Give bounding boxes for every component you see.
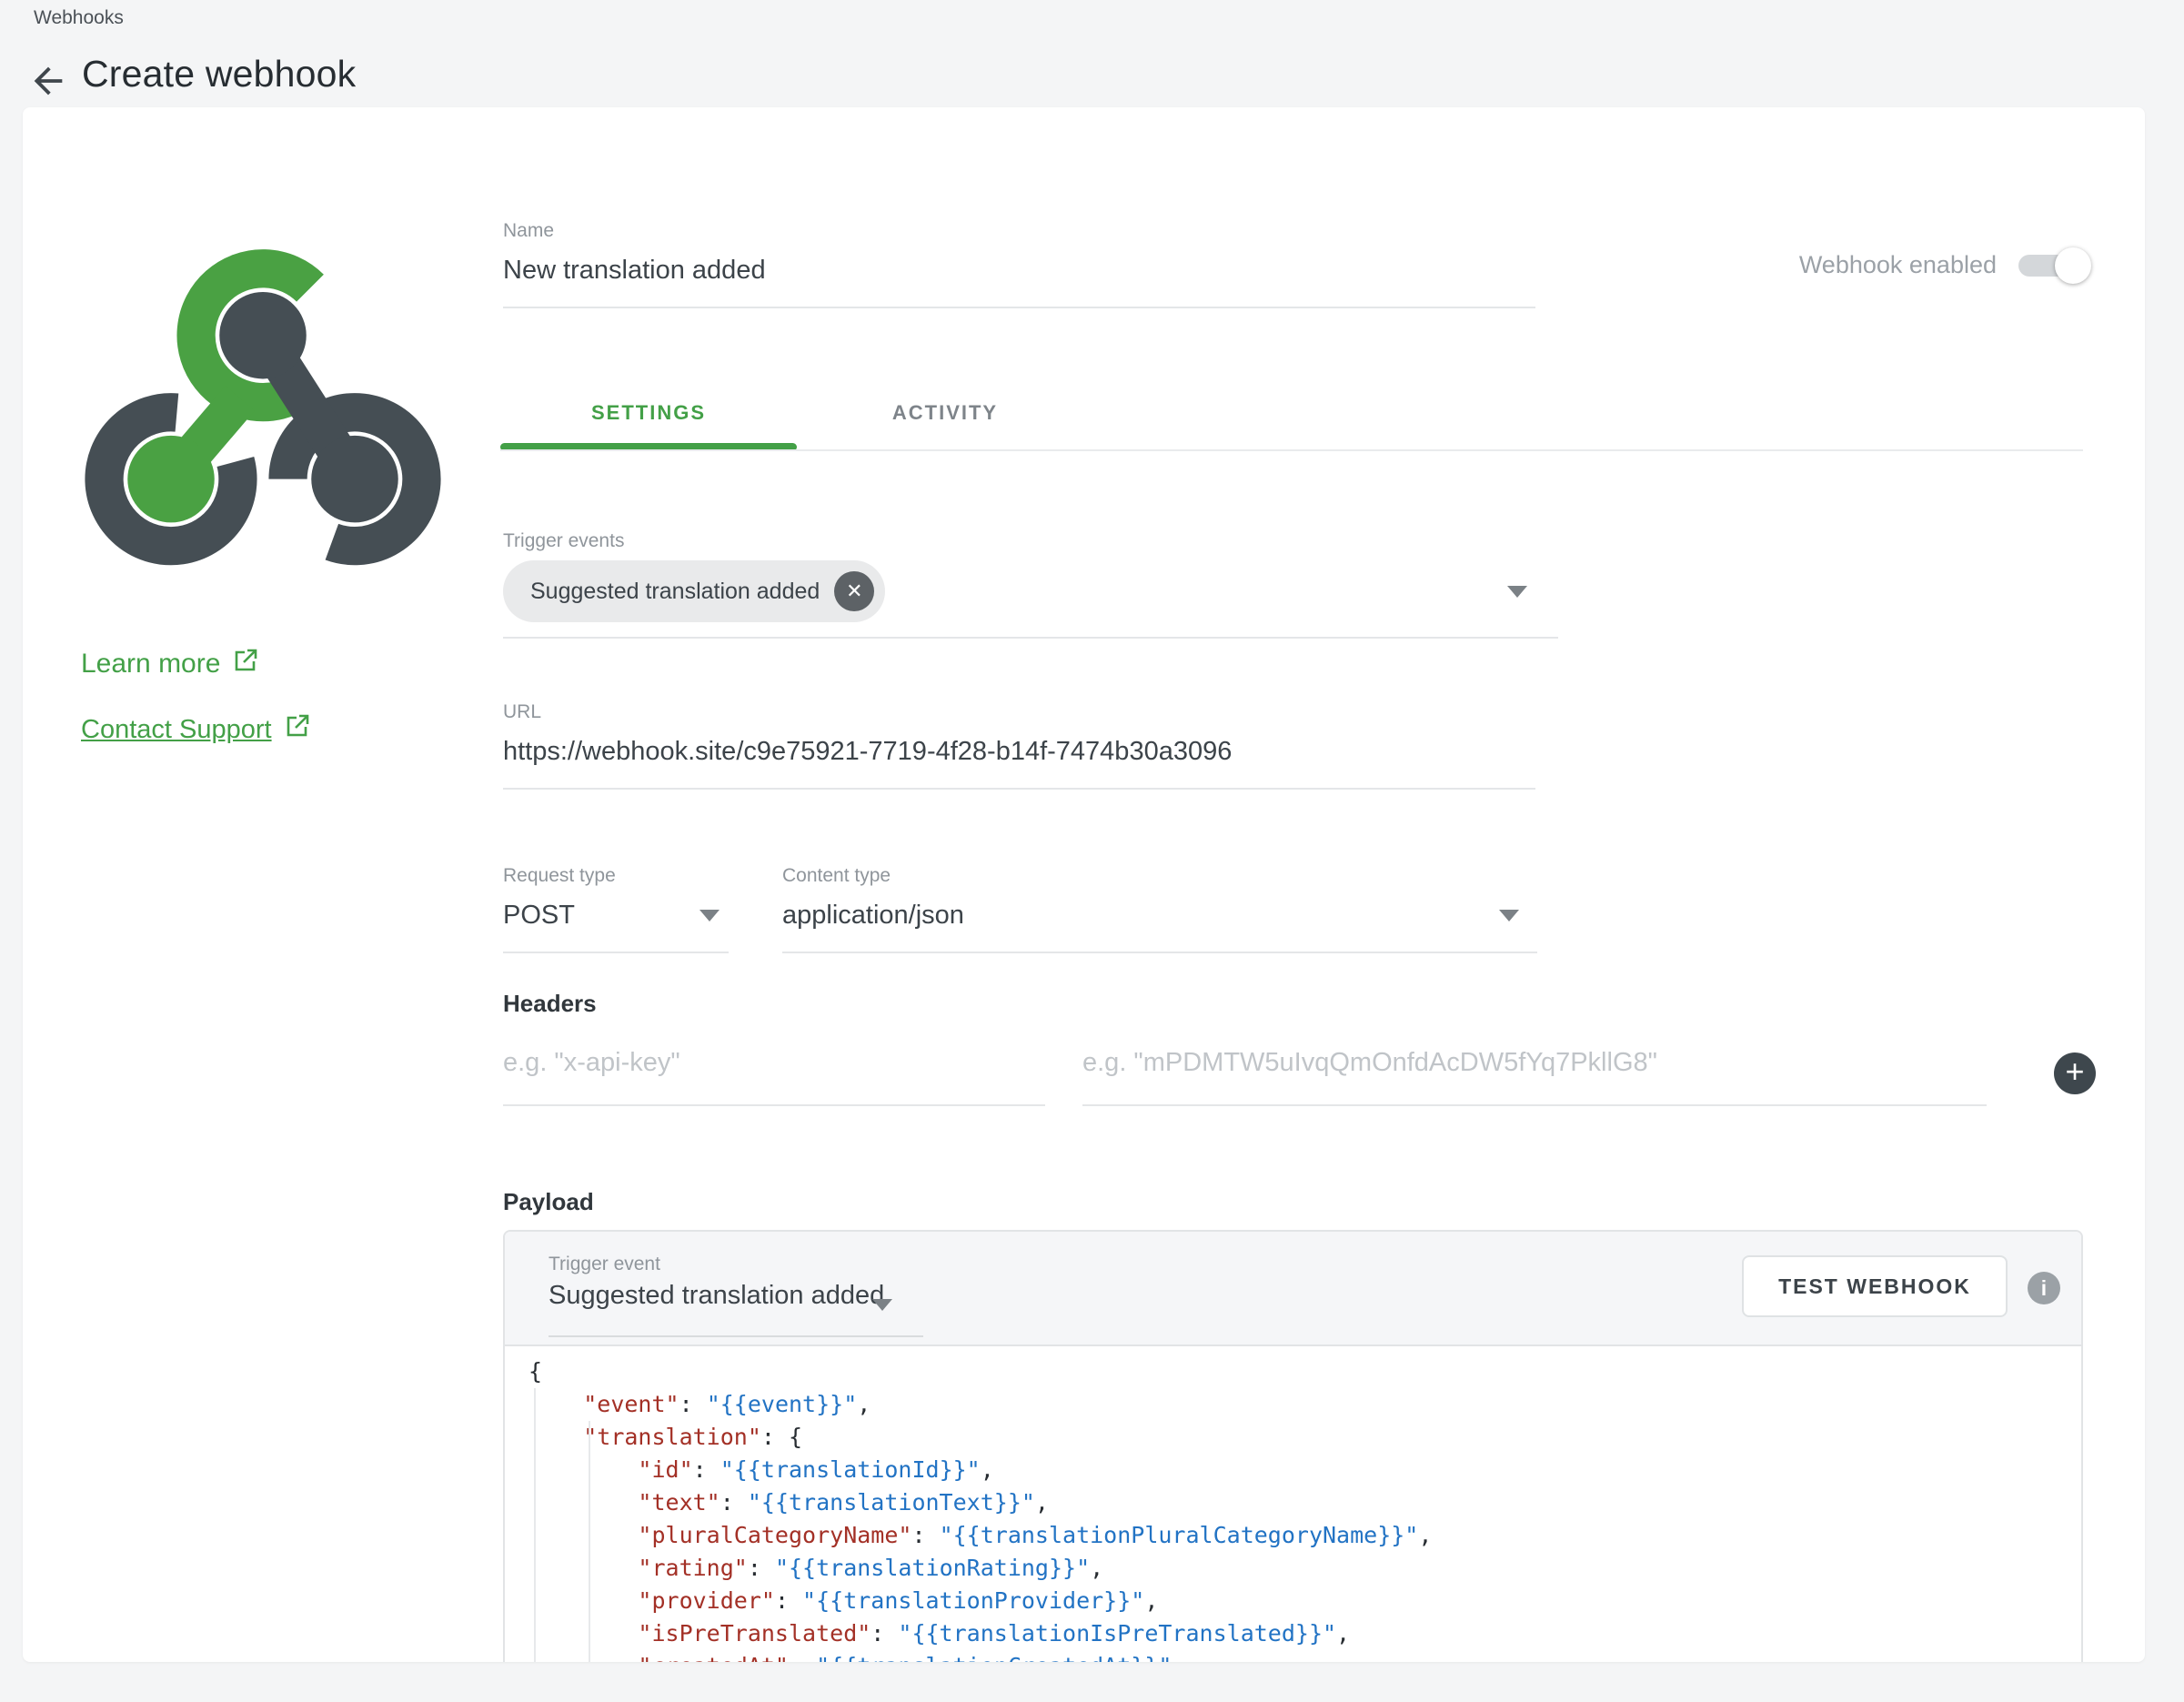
name-input[interactable] [503, 250, 1535, 290]
content-type-field: Content type application/json [782, 865, 1537, 953]
code-line: "translation": { [528, 1421, 2081, 1454]
code-line: "text": "{{translationText}}", [528, 1486, 2081, 1519]
name-field: Name [503, 220, 1535, 308]
back-button[interactable] [27, 60, 69, 102]
url-label: URL [503, 701, 1535, 723]
page-title: Create webhook [82, 53, 356, 96]
request-type-field: Request type POST [503, 865, 729, 953]
webhook-enabled-row: Webhook enabled [1799, 251, 2088, 279]
headers-section-title: Headers [503, 990, 597, 1018]
test-webhook-button[interactable]: TEST WEBHOOK [1742, 1255, 2008, 1317]
indent-guide [589, 1421, 590, 1662]
header-key-input[interactable] [503, 1042, 1045, 1083]
content-type-label: Content type [782, 865, 1537, 887]
chevron-down-icon [1499, 910, 1519, 921]
code-line: "pluralCategoryName": "{{translationPlur… [528, 1519, 2081, 1552]
name-label: Name [503, 220, 1535, 242]
info-icon[interactable]: i [2028, 1272, 2060, 1304]
url-input[interactable] [503, 731, 1535, 771]
field-underline [1082, 1104, 1987, 1106]
chevron-down-icon[interactable] [1507, 586, 1527, 598]
code-line: "rating": "{{translationRating}}", [528, 1552, 2081, 1585]
trigger-event-chip[interactable]: Suggested translation added ✕ [503, 560, 885, 622]
breadcrumb[interactable]: Webhooks [34, 7, 124, 29]
header-value-input[interactable] [1082, 1042, 1987, 1083]
field-underline [503, 307, 1535, 308]
tab-settings[interactable]: SETTINGS [500, 380, 797, 451]
field-underline [503, 788, 1535, 790]
trigger-events-select[interactable]: Suggested translation added ✕ [503, 560, 1558, 622]
contact-support-label: Contact Support [81, 715, 272, 745]
toggle-knob [2055, 247, 2091, 284]
trigger-events-label: Trigger events [503, 530, 1558, 552]
field-underline [503, 952, 729, 953]
field-underline [549, 1335, 923, 1337]
code-line: "id": "{{translationId}}", [528, 1454, 2081, 1486]
back-arrow-icon [27, 90, 69, 106]
learn-more-link[interactable]: Learn more [81, 648, 258, 680]
external-link-icon [233, 648, 258, 680]
tab-bar: SETTINGS ACTIVITY [500, 380, 1093, 451]
webhook-enabled-label: Webhook enabled [1799, 251, 1997, 279]
request-type-value: POST [503, 901, 575, 930]
payload-panel: Trigger event Suggested translation adde… [503, 1230, 2083, 1662]
webhook-logo-icon [79, 226, 447, 582]
payload-code-lines: { "event": "{{event}}", "translation": {… [528, 1355, 2081, 1662]
tab-divider [500, 449, 2083, 451]
chip-label: Suggested translation added [530, 579, 820, 605]
webhook-enabled-toggle[interactable] [2018, 255, 2088, 277]
webhook-card: Learn more Contact Support Name Webhook … [23, 107, 2145, 1662]
tab-settings-label: SETTINGS [591, 401, 706, 424]
trigger-event-label: Trigger event [549, 1254, 660, 1275]
trigger-events-field: Trigger events Suggested translation add… [503, 530, 1558, 639]
code-line: { [528, 1355, 2081, 1388]
content-type-value: application/json [782, 901, 964, 930]
field-underline [503, 1104, 1045, 1106]
indent-guide [534, 1388, 536, 1662]
url-field: URL [503, 701, 1535, 790]
chevron-down-icon [699, 910, 720, 921]
contact-support-link[interactable]: Contact Support [81, 713, 310, 746]
field-underline [503, 637, 1558, 639]
learn-more-label: Learn more [81, 649, 220, 680]
code-line: "isPreTranslated": "{{translationIsPreTr… [528, 1617, 2081, 1650]
external-link-icon [285, 713, 310, 746]
chip-remove-icon[interactable]: ✕ [834, 571, 874, 611]
field-underline [782, 952, 1537, 953]
header-value-field [1082, 1042, 1987, 1106]
add-header-button[interactable]: + [2054, 1052, 2096, 1094]
header-key-field [503, 1042, 1045, 1106]
trigger-event-select[interactable]: Suggested translation added [549, 1281, 884, 1311]
code-line: "event": "{{event}}", [528, 1388, 2081, 1421]
payload-section-title: Payload [503, 1188, 594, 1216]
tab-activity[interactable]: ACTIVITY [797, 380, 1093, 451]
tab-activity-label: ACTIVITY [892, 401, 998, 424]
request-type-label: Request type [503, 865, 729, 887]
code-line: "provider": "{{translationProvider}}", [528, 1585, 2081, 1617]
chevron-down-icon[interactable] [872, 1299, 892, 1311]
payload-code[interactable]: { "event": "{{event}}", "translation": {… [505, 1346, 2081, 1662]
payload-panel-header: Trigger event Suggested translation adde… [505, 1232, 2081, 1346]
content-type-select[interactable]: application/json [782, 895, 1537, 935]
code-line: "createdAt": "{{translationCreatedAt}}", [528, 1650, 2081, 1662]
request-type-select[interactable]: POST [503, 895, 729, 935]
plus-icon: + [2065, 1052, 2084, 1090]
